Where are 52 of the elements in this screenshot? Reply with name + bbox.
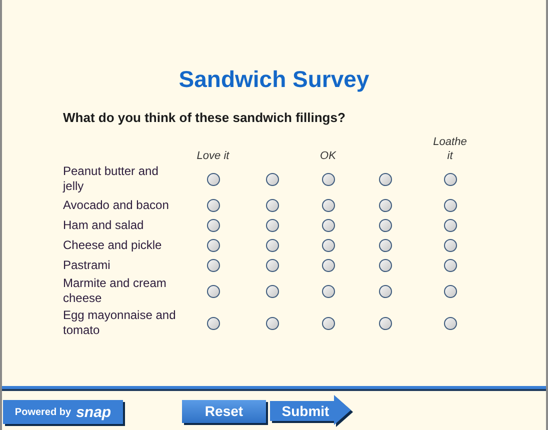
filling-label: Egg mayonnaise and tomato xyxy=(63,308,177,338)
radio-button[interactable] xyxy=(378,218,392,232)
radio-button[interactable] xyxy=(444,238,456,252)
radio-button[interactable] xyxy=(266,284,278,298)
brand-logo: snap xyxy=(76,404,112,420)
radio-button[interactable] xyxy=(322,258,334,272)
radio-button[interactable] xyxy=(206,198,220,212)
radio-button[interactable] xyxy=(206,284,220,298)
radio-button[interactable] xyxy=(322,316,334,330)
radio-button[interactable] xyxy=(444,258,456,272)
powered-by-badge[interactable]: Powered by snap xyxy=(3,400,123,424)
submit-button[interactable]: Submit xyxy=(270,395,355,428)
radio-button[interactable] xyxy=(378,198,392,212)
radio-button[interactable] xyxy=(378,238,392,252)
radio-button[interactable] xyxy=(206,316,220,330)
scale-label: OK xyxy=(319,149,337,163)
radio-button[interactable] xyxy=(378,316,392,330)
radio-button[interactable] xyxy=(206,238,220,252)
radio-button[interactable] xyxy=(322,172,334,186)
radio-button[interactable] xyxy=(322,238,334,252)
radio-button[interactable] xyxy=(322,198,334,212)
radio-button[interactable] xyxy=(444,218,456,232)
filling-label: Ham and salad xyxy=(63,218,145,232)
radio-button[interactable] xyxy=(266,316,278,330)
radio-button[interactable] xyxy=(266,258,278,272)
filling-label: Marmite and cream cheese xyxy=(63,276,168,306)
filling-label: Cheese and pickle xyxy=(63,238,163,252)
radio-button[interactable] xyxy=(266,238,278,252)
survey-title: Sandwich Survey xyxy=(178,65,370,94)
radio-button[interactable] xyxy=(378,172,392,186)
filling-label: Avocado and bacon xyxy=(63,198,170,212)
radio-button[interactable] xyxy=(206,258,220,272)
radio-button[interactable] xyxy=(206,172,220,186)
question-text: What do you think of these sandwich fillings? xyxy=(63,110,346,126)
radio-button[interactable] xyxy=(444,316,456,330)
radio-button[interactable] xyxy=(444,172,456,186)
radio-button[interactable] xyxy=(266,172,278,186)
filling-label: Pastrami xyxy=(63,258,112,272)
scale-label: Loathe it xyxy=(432,135,468,163)
radio-button[interactable] xyxy=(322,218,334,232)
radio-button[interactable] xyxy=(266,218,278,232)
radio-button[interactable] xyxy=(378,284,392,298)
radio-button[interactable] xyxy=(322,284,334,298)
reset-button[interactable]: Reset xyxy=(182,400,266,423)
powered-by-text: Powered by xyxy=(14,406,72,420)
filling-label: Peanut butter and jelly xyxy=(63,164,160,194)
radio-button[interactable] xyxy=(378,258,392,272)
scale-label: Love it xyxy=(196,149,230,163)
radio-button[interactable] xyxy=(444,198,456,212)
radio-button[interactable] xyxy=(266,198,278,212)
radio-button[interactable] xyxy=(206,218,220,232)
radio-button[interactable] xyxy=(444,284,456,298)
